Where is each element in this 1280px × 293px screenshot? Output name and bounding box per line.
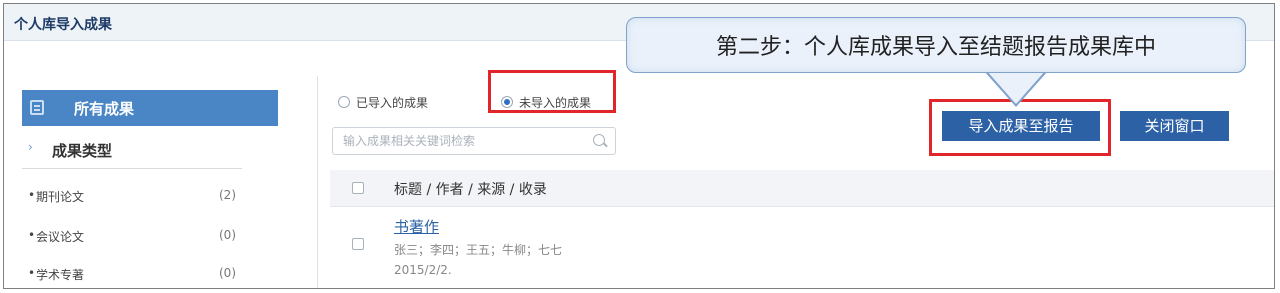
callout-pointer-fill [986,70,1046,104]
result-meta: 张三；李四；王五；牛柳；七七 2015/2/2. [394,240,562,280]
import-window: 个人库导入成果 所有成果 › 成果类型 • 期刊论文 (2) • 会议论文 (0… [3,3,1275,289]
radio-imported-label: 已导入的成果 [356,96,429,110]
close-window-button[interactable]: 关闭窗口 [1120,111,1229,141]
list-icon [30,100,44,115]
search-icon[interactable] [593,134,605,146]
expand-icon: › [28,140,33,154]
sidebar-item-label: 所有成果 [74,100,135,118]
results-table-header: 标题 / 作者 / 来源 / 收录 [330,170,1274,207]
bullet-icon: • [28,228,36,242]
highlight-box-filter [488,70,616,113]
section-heading: 成果类型 [52,142,113,160]
table-row: 书著作 张三；李四；王五；牛柳；七七 2015/2/2. [330,210,1274,288]
sidebar-category-journal[interactable]: • 期刊论文 (2) [22,186,242,208]
category-count: (0) [219,266,236,280]
result-title-link[interactable]: 书著作 [394,216,439,237]
bullet-icon: • [28,266,36,280]
sidebar-category-monograph[interactable]: • 学术专著 (0) [22,264,242,286]
category-count: (2) [219,188,236,202]
select-all-checkbox[interactable] [352,182,364,194]
callout-text: 第二步：个人库成果导入至结题报告成果库中 [715,35,1156,60]
search-input[interactable] [341,133,585,149]
radio-imported[interactable] [338,96,350,108]
window-title: 个人库导入成果 [14,17,112,33]
highlight-box-import [929,99,1111,156]
result-authors: 张三；李四；王五；牛柳；七七 [394,243,563,257]
category-name: 期刊论文 [36,190,85,204]
sidebar-category-conference[interactable]: • 会议论文 (0) [22,226,242,248]
sidebar-section-result-type[interactable]: › 成果类型 [22,132,242,169]
category-count: (0) [219,228,236,242]
panel-divider [317,76,318,288]
step-callout: 第二步：个人库成果导入至结题报告成果库中 [626,17,1246,73]
row-checkbox[interactable] [352,238,364,250]
sidebar-item-all-results[interactable]: 所有成果 [22,90,278,126]
result-date: 2015/2/2. [394,263,452,277]
category-name: 学术专著 [36,268,85,282]
column-header: 标题 / 作者 / 来源 / 收录 [394,182,547,198]
search-box[interactable] [332,127,616,155]
bullet-icon: • [28,188,36,202]
category-name: 会议论文 [36,230,85,244]
